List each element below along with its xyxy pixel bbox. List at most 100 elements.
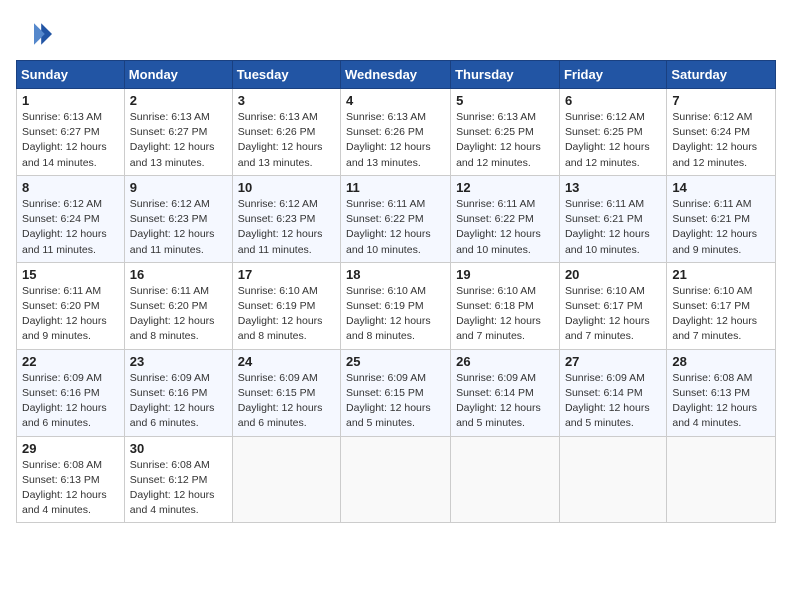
day-number: 7 <box>672 93 770 108</box>
day-number: 9 <box>130 180 227 195</box>
day-number: 8 <box>22 180 119 195</box>
calendar-cell: 26 Sunrise: 6:09 AMSunset: 6:14 PMDaylig… <box>451 349 560 436</box>
day-detail: Sunrise: 6:11 AMSunset: 6:20 PMDaylight:… <box>130 284 227 345</box>
day-number: 16 <box>130 267 227 282</box>
calendar-cell <box>341 436 451 523</box>
calendar-table: SundayMondayTuesdayWednesdayThursdayFrid… <box>16 60 776 523</box>
calendar-cell <box>451 436 560 523</box>
day-number: 23 <box>130 354 227 369</box>
day-detail: Sunrise: 6:09 AMSunset: 6:15 PMDaylight:… <box>346 371 445 432</box>
day-number: 24 <box>238 354 335 369</box>
day-detail: Sunrise: 6:12 AMSunset: 6:24 PMDaylight:… <box>672 110 770 171</box>
weekday-header-tuesday: Tuesday <box>232 61 340 89</box>
day-number: 12 <box>456 180 554 195</box>
calendar-cell: 18 Sunrise: 6:10 AMSunset: 6:19 PMDaylig… <box>341 262 451 349</box>
day-number: 17 <box>238 267 335 282</box>
calendar-cell <box>232 436 340 523</box>
calendar-cell: 6 Sunrise: 6:12 AMSunset: 6:25 PMDayligh… <box>559 89 666 176</box>
day-number: 29 <box>22 441 119 456</box>
day-number: 18 <box>346 267 445 282</box>
calendar-week-4: 22 Sunrise: 6:09 AMSunset: 6:16 PMDaylig… <box>17 349 776 436</box>
day-number: 27 <box>565 354 661 369</box>
day-number: 30 <box>130 441 227 456</box>
calendar-cell: 16 Sunrise: 6:11 AMSunset: 6:20 PMDaylig… <box>124 262 232 349</box>
calendar-cell: 9 Sunrise: 6:12 AMSunset: 6:23 PMDayligh… <box>124 175 232 262</box>
calendar-cell: 13 Sunrise: 6:11 AMSunset: 6:21 PMDaylig… <box>559 175 666 262</box>
calendar-cell: 27 Sunrise: 6:09 AMSunset: 6:14 PMDaylig… <box>559 349 666 436</box>
calendar-week-5: 29 Sunrise: 6:08 AMSunset: 6:13 PMDaylig… <box>17 436 776 523</box>
day-detail: Sunrise: 6:09 AMSunset: 6:14 PMDaylight:… <box>456 371 554 432</box>
day-detail: Sunrise: 6:12 AMSunset: 6:23 PMDaylight:… <box>238 197 335 258</box>
day-detail: Sunrise: 6:13 AMSunset: 6:27 PMDaylight:… <box>130 110 227 171</box>
day-detail: Sunrise: 6:11 AMSunset: 6:21 PMDaylight:… <box>565 197 661 258</box>
day-detail: Sunrise: 6:12 AMSunset: 6:23 PMDaylight:… <box>130 197 227 258</box>
day-detail: Sunrise: 6:13 AMSunset: 6:26 PMDaylight:… <box>346 110 445 171</box>
day-detail: Sunrise: 6:09 AMSunset: 6:15 PMDaylight:… <box>238 371 335 432</box>
day-detail: Sunrise: 6:10 AMSunset: 6:19 PMDaylight:… <box>346 284 445 345</box>
calendar-week-2: 8 Sunrise: 6:12 AMSunset: 6:24 PMDayligh… <box>17 175 776 262</box>
day-number: 11 <box>346 180 445 195</box>
day-number: 21 <box>672 267 770 282</box>
day-number: 4 <box>346 93 445 108</box>
day-detail: Sunrise: 6:11 AMSunset: 6:22 PMDaylight:… <box>346 197 445 258</box>
day-number: 1 <box>22 93 119 108</box>
day-detail: Sunrise: 6:08 AMSunset: 6:12 PMDaylight:… <box>130 458 227 519</box>
day-number: 2 <box>130 93 227 108</box>
calendar-cell: 1 Sunrise: 6:13 AMSunset: 6:27 PMDayligh… <box>17 89 125 176</box>
day-detail: Sunrise: 6:11 AMSunset: 6:20 PMDaylight:… <box>22 284 119 345</box>
calendar-cell: 24 Sunrise: 6:09 AMSunset: 6:15 PMDaylig… <box>232 349 340 436</box>
day-detail: Sunrise: 6:08 AMSunset: 6:13 PMDaylight:… <box>672 371 770 432</box>
day-detail: Sunrise: 6:09 AMSunset: 6:14 PMDaylight:… <box>565 371 661 432</box>
day-detail: Sunrise: 6:13 AMSunset: 6:27 PMDaylight:… <box>22 110 119 171</box>
calendar-cell: 15 Sunrise: 6:11 AMSunset: 6:20 PMDaylig… <box>17 262 125 349</box>
day-detail: Sunrise: 6:08 AMSunset: 6:13 PMDaylight:… <box>22 458 119 519</box>
calendar-cell: 14 Sunrise: 6:11 AMSunset: 6:21 PMDaylig… <box>667 175 776 262</box>
calendar-cell: 11 Sunrise: 6:11 AMSunset: 6:22 PMDaylig… <box>341 175 451 262</box>
calendar-cell: 23 Sunrise: 6:09 AMSunset: 6:16 PMDaylig… <box>124 349 232 436</box>
weekday-header-thursday: Thursday <box>451 61 560 89</box>
day-number: 22 <box>22 354 119 369</box>
day-number: 10 <box>238 180 335 195</box>
weekday-header-saturday: Saturday <box>667 61 776 89</box>
calendar-cell: 22 Sunrise: 6:09 AMSunset: 6:16 PMDaylig… <box>17 349 125 436</box>
day-detail: Sunrise: 6:09 AMSunset: 6:16 PMDaylight:… <box>22 371 119 432</box>
calendar-cell: 4 Sunrise: 6:13 AMSunset: 6:26 PMDayligh… <box>341 89 451 176</box>
calendar-cell <box>559 436 666 523</box>
weekday-header-wednesday: Wednesday <box>341 61 451 89</box>
day-number: 5 <box>456 93 554 108</box>
day-number: 20 <box>565 267 661 282</box>
day-detail: Sunrise: 6:11 AMSunset: 6:21 PMDaylight:… <box>672 197 770 258</box>
day-number: 13 <box>565 180 661 195</box>
day-detail: Sunrise: 6:13 AMSunset: 6:25 PMDaylight:… <box>456 110 554 171</box>
logo-icon <box>16 16 52 52</box>
header <box>16 16 776 52</box>
logo <box>16 16 58 52</box>
day-detail: Sunrise: 6:10 AMSunset: 6:17 PMDaylight:… <box>672 284 770 345</box>
calendar-cell: 30 Sunrise: 6:08 AMSunset: 6:12 PMDaylig… <box>124 436 232 523</box>
calendar-cell: 3 Sunrise: 6:13 AMSunset: 6:26 PMDayligh… <box>232 89 340 176</box>
day-number: 15 <box>22 267 119 282</box>
day-detail: Sunrise: 6:13 AMSunset: 6:26 PMDaylight:… <box>238 110 335 171</box>
calendar-cell: 19 Sunrise: 6:10 AMSunset: 6:18 PMDaylig… <box>451 262 560 349</box>
day-number: 25 <box>346 354 445 369</box>
day-detail: Sunrise: 6:12 AMSunset: 6:25 PMDaylight:… <box>565 110 661 171</box>
calendar-cell: 7 Sunrise: 6:12 AMSunset: 6:24 PMDayligh… <box>667 89 776 176</box>
calendar-cell: 28 Sunrise: 6:08 AMSunset: 6:13 PMDaylig… <box>667 349 776 436</box>
calendar-week-3: 15 Sunrise: 6:11 AMSunset: 6:20 PMDaylig… <box>17 262 776 349</box>
calendar-cell: 10 Sunrise: 6:12 AMSunset: 6:23 PMDaylig… <box>232 175 340 262</box>
weekday-header-monday: Monday <box>124 61 232 89</box>
calendar-cell: 8 Sunrise: 6:12 AMSunset: 6:24 PMDayligh… <box>17 175 125 262</box>
day-detail: Sunrise: 6:10 AMSunset: 6:18 PMDaylight:… <box>456 284 554 345</box>
day-number: 28 <box>672 354 770 369</box>
calendar-week-1: 1 Sunrise: 6:13 AMSunset: 6:27 PMDayligh… <box>17 89 776 176</box>
day-number: 3 <box>238 93 335 108</box>
weekday-header-friday: Friday <box>559 61 666 89</box>
day-number: 26 <box>456 354 554 369</box>
calendar-cell: 17 Sunrise: 6:10 AMSunset: 6:19 PMDaylig… <box>232 262 340 349</box>
calendar-cell: 21 Sunrise: 6:10 AMSunset: 6:17 PMDaylig… <box>667 262 776 349</box>
day-detail: Sunrise: 6:12 AMSunset: 6:24 PMDaylight:… <box>22 197 119 258</box>
day-detail: Sunrise: 6:11 AMSunset: 6:22 PMDaylight:… <box>456 197 554 258</box>
day-number: 19 <box>456 267 554 282</box>
calendar-cell: 20 Sunrise: 6:10 AMSunset: 6:17 PMDaylig… <box>559 262 666 349</box>
day-number: 14 <box>672 180 770 195</box>
